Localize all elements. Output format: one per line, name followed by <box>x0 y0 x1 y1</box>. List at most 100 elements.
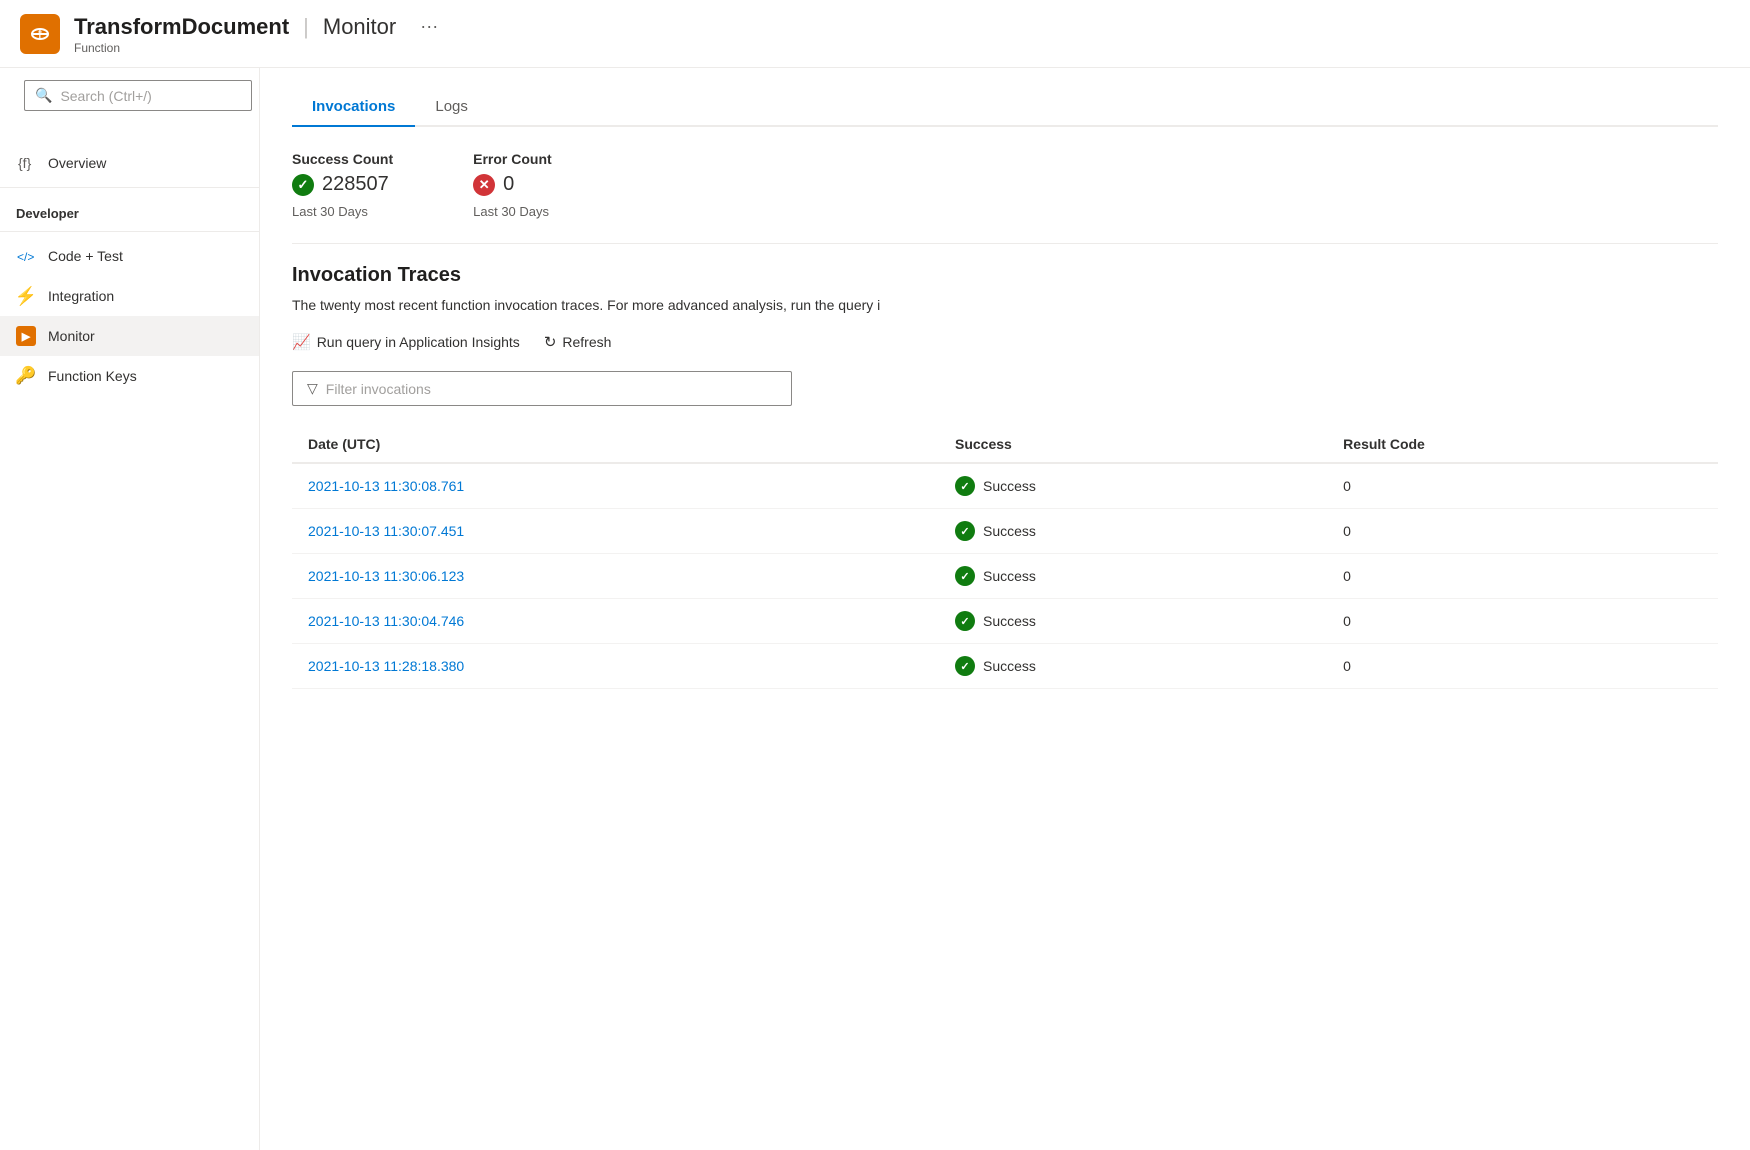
header-subtitle: Function <box>74 41 446 55</box>
table-row: 2021-10-13 11:30:06.123 Success 0 <box>292 554 1718 599</box>
sidebar-item-integration[interactable]: ⚡ Integration <box>0 276 259 316</box>
main-layout: 🔍 « {f} Overview Developer </> Co <box>0 68 1750 1150</box>
row-success-icon <box>955 476 975 496</box>
row-success-icon <box>955 566 975 586</box>
cell-success: Success <box>939 554 1327 599</box>
sidebar-item-overview-label: Overview <box>48 155 106 171</box>
action-bar: 📈 Run query in Application Insights ↻ Re… <box>292 329 1718 355</box>
success-count-block: Success Count 228507 Last 30 Days <box>292 151 393 219</box>
cell-success: Success <box>939 644 1327 689</box>
tabs: Invocations Logs <box>292 88 1718 127</box>
sidebar-item-monitor-label: Monitor <box>48 328 95 344</box>
col-result-code: Result Code <box>1327 426 1718 463</box>
sidebar-item-code-test-label: Code + Test <box>48 248 123 264</box>
more-options-button[interactable]: ··· <box>412 12 446 41</box>
svg-text:{f}: {f} <box>18 155 32 171</box>
app-name: TransformDocument <box>74 14 289 40</box>
monitor-icon: ▶ <box>16 326 36 346</box>
run-query-label: Run query in Application Insights <box>317 334 520 350</box>
error-count-block: Error Count 0 Last 30 Days <box>473 151 552 219</box>
success-count-label: Success Count <box>292 151 393 167</box>
cell-date: 2021-10-13 11:30:08.761 <box>292 463 939 509</box>
error-count-period: Last 30 Days <box>473 204 552 219</box>
sidebar: 🔍 « {f} Overview Developer </> Co <box>0 68 260 1150</box>
code-icon: </> <box>16 246 36 266</box>
row-success-icon <box>955 656 975 676</box>
header: f TransformDocument | Monitor ··· Functi… <box>0 0 1750 68</box>
success-text: Success <box>983 613 1036 629</box>
date-link[interactable]: 2021-10-13 11:30:04.746 <box>308 613 464 629</box>
stats-divider <box>292 243 1718 244</box>
invocation-traces-title: Invocation Traces <box>292 264 1718 287</box>
tab-logs[interactable]: Logs <box>415 88 488 127</box>
error-count-value-row: 0 <box>473 173 552 196</box>
cell-result-code: 0 <box>1327 509 1718 554</box>
svg-text:</>: </> <box>17 250 34 264</box>
sidebar-item-integration-label: Integration <box>48 288 114 304</box>
sidebar-item-function-keys-label: Function Keys <box>48 368 137 384</box>
date-link[interactable]: 2021-10-13 11:30:06.123 <box>308 568 464 584</box>
refresh-icon: ↻ <box>544 333 557 351</box>
header-title: TransformDocument | Monitor ··· Function <box>74 12 446 55</box>
success-text: Success <box>983 478 1036 494</box>
refresh-label: Refresh <box>562 334 611 350</box>
date-link[interactable]: 2021-10-13 11:30:08.761 <box>308 478 464 494</box>
col-date: Date (UTC) <box>292 426 939 463</box>
sidebar-divider <box>0 187 259 188</box>
success-text: Success <box>983 523 1036 539</box>
run-query-icon: 📈 <box>292 333 311 351</box>
sidebar-item-monitor[interactable]: ▶ Monitor <box>0 316 259 356</box>
success-count-value: 228507 <box>322 173 389 196</box>
success-text: Success <box>983 658 1036 674</box>
invocation-traces-desc: The twenty most recent function invocati… <box>292 297 1718 313</box>
cell-success: Success <box>939 463 1327 509</box>
key-icon: 🔑 <box>16 366 36 386</box>
cell-date: 2021-10-13 11:28:18.380 <box>292 644 939 689</box>
invocation-traces-section: Invocation Traces The twenty most recent… <box>292 264 1718 689</box>
row-success-icon <box>955 521 975 541</box>
search-icon: 🔍 <box>35 87 52 104</box>
filter-container: ▽ <box>292 371 792 406</box>
run-query-button[interactable]: 📈 Run query in Application Insights <box>292 329 520 355</box>
page-name: Monitor <box>323 14 396 40</box>
cell-result-code: 0 <box>1327 599 1718 644</box>
cell-result-code: 0 <box>1327 463 1718 509</box>
developer-divider <box>0 231 259 232</box>
invocations-table: Date (UTC) Success Result Code 2021-10-1… <box>292 426 1718 689</box>
success-count-period: Last 30 Days <box>292 204 393 219</box>
success-count-value-row: 228507 <box>292 173 393 196</box>
error-count-label: Error Count <box>473 151 552 167</box>
integration-icon: ⚡ <box>16 286 36 306</box>
cell-result-code: 0 <box>1327 644 1718 689</box>
developer-section-title: Developer <box>0 192 259 227</box>
cell-date: 2021-10-13 11:30:07.451 <box>292 509 939 554</box>
filter-input[interactable] <box>326 381 777 397</box>
stats-row: Success Count 228507 Last 30 Days Error … <box>292 151 1718 219</box>
cell-success: Success <box>939 509 1327 554</box>
col-success: Success <box>939 426 1327 463</box>
cell-result-code: 0 <box>1327 554 1718 599</box>
table-row: 2021-10-13 11:28:18.380 Success 0 <box>292 644 1718 689</box>
function-icon: {f} <box>16 153 36 173</box>
content-area: Invocations Logs Success Count 228507 La… <box>260 68 1750 1150</box>
error-count-value: 0 <box>503 173 514 196</box>
tab-invocations[interactable]: Invocations <box>292 88 415 127</box>
sidebar-item-function-keys[interactable]: 🔑 Function Keys <box>0 356 259 396</box>
date-link[interactable]: 2021-10-13 11:30:07.451 <box>308 523 464 539</box>
table-row: 2021-10-13 11:30:04.746 Success 0 <box>292 599 1718 644</box>
table-header: Date (UTC) Success Result Code <box>292 426 1718 463</box>
filter-icon: ▽ <box>307 380 318 397</box>
refresh-button[interactable]: ↻ Refresh <box>544 329 612 355</box>
error-indicator-icon <box>473 174 495 196</box>
app-icon: f <box>20 14 60 54</box>
app-icon-svg: f <box>28 22 52 46</box>
sidebar-item-code-test[interactable]: </> Code + Test <box>0 236 259 276</box>
table-row: 2021-10-13 11:30:07.451 Success 0 <box>292 509 1718 554</box>
table-body: 2021-10-13 11:30:08.761 Success 0 2021-1… <box>292 463 1718 689</box>
success-text: Success <box>983 568 1036 584</box>
search-input[interactable] <box>60 88 241 104</box>
date-link[interactable]: 2021-10-13 11:28:18.380 <box>308 658 464 674</box>
table-row: 2021-10-13 11:30:08.761 Success 0 <box>292 463 1718 509</box>
cell-date: 2021-10-13 11:30:06.123 <box>292 554 939 599</box>
sidebar-item-overview[interactable]: {f} Overview <box>0 143 259 183</box>
